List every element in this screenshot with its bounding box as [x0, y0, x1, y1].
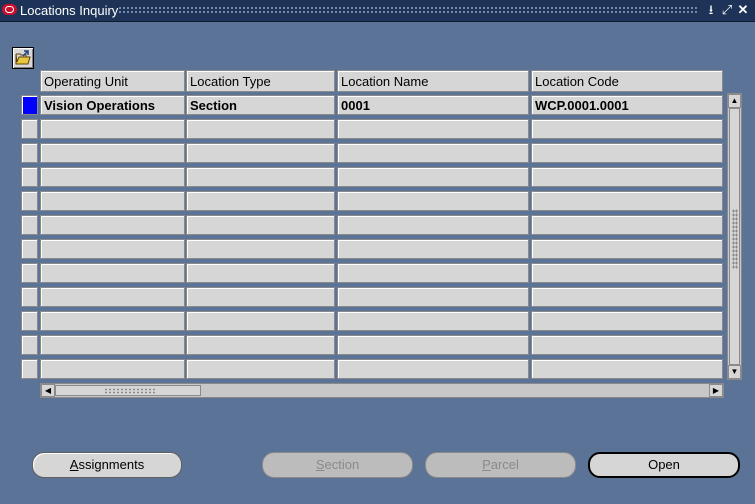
table-cell[interactable]	[186, 239, 335, 259]
row-indicator[interactable]	[21, 215, 38, 235]
folder-open-button[interactable]	[12, 47, 34, 69]
row-indicator[interactable]	[21, 311, 38, 331]
open-button-label: Open	[648, 457, 680, 472]
table-cell[interactable]	[337, 239, 529, 259]
table-cell[interactable]	[531, 167, 723, 187]
table-cell[interactable]	[40, 359, 185, 379]
table-cell[interactable]	[186, 215, 335, 235]
table-cell[interactable]	[40, 287, 185, 307]
table-cell[interactable]	[186, 191, 335, 211]
table-cell[interactable]	[186, 167, 335, 187]
oracle-logo-icon	[2, 4, 17, 15]
table-cell[interactable]	[40, 215, 185, 235]
table-cell[interactable]: Section	[186, 95, 335, 115]
close-icon[interactable]: ✕	[736, 2, 750, 18]
table-cell[interactable]	[531, 119, 723, 139]
column-header-location-code[interactable]: Location Code	[531, 70, 723, 92]
vertical-scroll-thumb[interactable]	[729, 108, 740, 365]
table-cell[interactable]	[186, 335, 335, 355]
scroll-left-icon[interactable]: ◀	[41, 384, 55, 397]
table-cell[interactable]	[186, 119, 335, 139]
horizontal-scrollbar[interactable]: ◀ ▶	[40, 383, 724, 398]
row-indicator[interactable]	[21, 191, 38, 211]
table-cell[interactable]: Vision Operations	[40, 95, 185, 115]
row-indicator[interactable]	[21, 167, 38, 187]
table-cell[interactable]	[337, 119, 529, 139]
table-cell[interactable]	[337, 311, 529, 331]
table-cell[interactable]	[531, 263, 723, 283]
table-cell[interactable]	[337, 359, 529, 379]
table-cell[interactable]: 0001	[337, 95, 529, 115]
scroll-down-icon[interactable]: ▼	[728, 365, 741, 379]
table-cell[interactable]	[40, 239, 185, 259]
row-indicator[interactable]	[21, 335, 38, 355]
table-cell[interactable]	[40, 143, 185, 163]
table-cell[interactable]	[337, 335, 529, 355]
table-cell[interactable]	[337, 191, 529, 211]
table-cell[interactable]: WCP.0001.0001	[531, 95, 723, 115]
folder-open-icon	[15, 50, 31, 65]
table-cell[interactable]	[186, 359, 335, 379]
table-cell[interactable]	[531, 191, 723, 211]
table-cell[interactable]	[531, 335, 723, 355]
table-cell[interactable]	[531, 359, 723, 379]
column-header-operating-unit[interactable]: Operating Unit	[40, 70, 185, 92]
table-cell[interactable]	[40, 119, 185, 139]
table-cell[interactable]	[40, 311, 185, 331]
section-button[interactable]: Section	[262, 452, 413, 478]
row-indicator[interactable]	[21, 263, 38, 283]
maximize-icon[interactable]: ⤢	[720, 2, 734, 18]
row-indicator[interactable]	[21, 287, 38, 307]
row-indicator[interactable]	[21, 95, 38, 115]
minimize-icon[interactable]: ⭳	[704, 2, 718, 18]
scroll-right-icon[interactable]: ▶	[709, 384, 723, 397]
table-cell[interactable]	[186, 287, 335, 307]
table-cell[interactable]	[337, 215, 529, 235]
table-cell[interactable]	[531, 239, 723, 259]
table-cell[interactable]	[337, 287, 529, 307]
table-cell[interactable]	[531, 287, 723, 307]
table-cell[interactable]	[337, 143, 529, 163]
vertical-scrollbar[interactable]: ▲ ▼	[727, 93, 742, 380]
row-indicator[interactable]	[21, 119, 38, 139]
row-indicator[interactable]	[21, 239, 38, 259]
assignments-button-label: Assignments	[69, 457, 145, 472]
title-bar[interactable]: Locations Inquiry ⭳ ⤢ ✕	[0, 0, 755, 22]
table-cell[interactable]	[531, 311, 723, 331]
table-cell[interactable]	[186, 143, 335, 163]
horizontal-scroll-thumb[interactable]	[55, 385, 201, 396]
table-cell[interactable]	[40, 263, 185, 283]
open-button[interactable]: Open	[588, 452, 740, 478]
section-button-label: Section	[315, 457, 360, 472]
parcel-button-label: Parcel	[482, 457, 519, 472]
column-header-location-type[interactable]: Location Type	[186, 70, 335, 92]
table-cell[interactable]	[186, 263, 335, 283]
table-cell[interactable]	[186, 311, 335, 331]
window-title: Locations Inquiry	[20, 3, 119, 18]
row-indicator[interactable]	[21, 359, 38, 379]
assignments-button[interactable]: Assignments	[32, 452, 182, 478]
table-cell[interactable]	[40, 167, 185, 187]
row-indicator[interactable]	[21, 143, 38, 163]
scroll-up-icon[interactable]: ▲	[728, 94, 741, 108]
table-cell[interactable]	[40, 335, 185, 355]
column-header-location-name[interactable]: Location Name	[337, 70, 529, 92]
table-cell[interactable]	[531, 215, 723, 235]
table-cell[interactable]	[337, 263, 529, 283]
table-cell[interactable]	[40, 191, 185, 211]
table-cell[interactable]	[337, 167, 529, 187]
parcel-button[interactable]: Parcel	[425, 452, 576, 478]
table-cell[interactable]	[531, 143, 723, 163]
title-grip	[118, 6, 698, 15]
